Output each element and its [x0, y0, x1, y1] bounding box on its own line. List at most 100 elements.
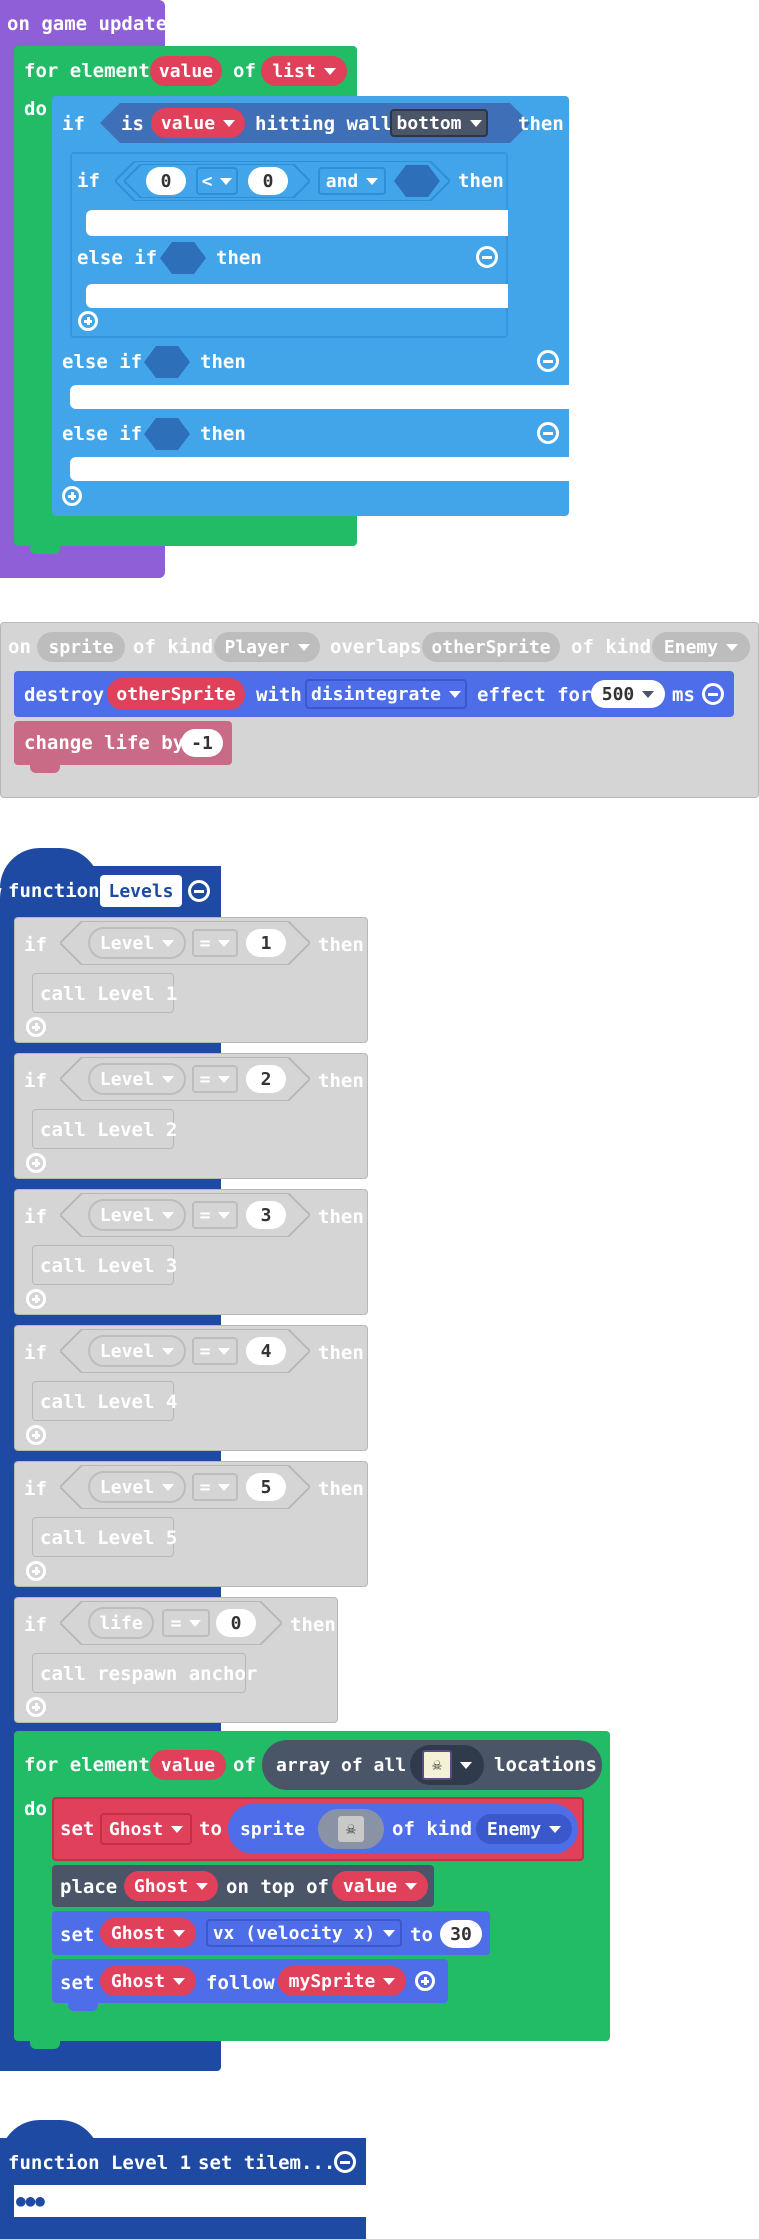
for-var-value[interactable]: value — [150, 56, 222, 86]
remove-effect-icon[interactable] — [702, 683, 724, 705]
for-element-label: for element — [24, 60, 150, 82]
remove-else-if-icon-2[interactable] — [537, 422, 559, 444]
level-add-else-icon[interactable] — [26, 1425, 46, 1445]
level-if-label: if — [24, 934, 47, 956]
my-sprite-dropdown[interactable]: mySprite — [278, 1966, 406, 1996]
for-array-of: of — [233, 1754, 256, 1776]
empty-hex-slot[interactable] — [394, 165, 440, 197]
life-value[interactable]: -1 — [181, 729, 223, 757]
wall-dropdown[interactable]: bottom — [390, 109, 488, 137]
locations-label: locations — [494, 1754, 597, 1776]
vx-value[interactable]: 30 — [440, 1920, 482, 1948]
add-else-if-icon-2[interactable] — [62, 486, 82, 506]
ghost-dropdown-1[interactable]: Ghost — [100, 1813, 192, 1845]
level-op-dropdown[interactable]: = — [192, 1065, 238, 1093]
and-dropdown[interactable]: and — [318, 167, 386, 195]
else-if-label-2: else if — [62, 423, 143, 445]
level-add-else-icon[interactable] — [26, 1153, 46, 1173]
ghost-tile-icon: ☠ — [422, 1750, 452, 1780]
enemy-kind-dropdown[interactable]: Enemy — [476, 1814, 572, 1844]
else-if-slot-1 — [70, 385, 569, 409]
inner-if-label: if — [77, 170, 100, 192]
other-sprite-var[interactable]: otherSprite — [422, 632, 560, 662]
destroy-target-var[interactable]: otherSprite — [107, 678, 245, 710]
number-a[interactable]: 0 — [146, 167, 186, 195]
set-label-2: set — [60, 1924, 95, 1946]
number-b[interactable]: 0 — [248, 167, 288, 195]
level-number[interactable]: 4 — [246, 1337, 286, 1365]
expand-function-icon[interactable] — [334, 2151, 356, 2173]
effect-for-label: effect for — [477, 684, 592, 706]
else-if-then-2: then — [200, 423, 246, 445]
kind-player-dropdown[interactable]: Player — [214, 632, 320, 662]
level-then-label: then — [318, 1070, 364, 1092]
else-if-then-1: then — [200, 351, 246, 373]
follow-ghost-dropdown[interactable]: Ghost — [100, 1966, 196, 1996]
to-label-1: to — [199, 1818, 222, 1840]
sprite-var[interactable]: sprite — [37, 632, 125, 662]
level-number[interactable]: 1 — [246, 929, 286, 957]
function-name-field[interactable]: Levels — [100, 875, 182, 907]
ms-label: ms — [672, 684, 695, 706]
level-var-dropdown[interactable]: life — [88, 1607, 154, 1639]
else-if-hex-slot-2[interactable] — [144, 418, 190, 450]
list-dropdown[interactable]: list — [261, 56, 347, 86]
collapse-function-icon[interactable] — [188, 880, 210, 902]
else-if-hex-slot-1[interactable] — [144, 346, 190, 378]
place-ghost-dropdown[interactable]: Ghost — [124, 1871, 218, 1901]
place-value-dropdown[interactable]: value — [332, 1871, 428, 1901]
sprite-image-picker[interactable]: ☠ — [318, 1809, 384, 1849]
level-op-dropdown[interactable]: = — [192, 1473, 238, 1501]
function-level1-summary: set tilem... — [198, 2152, 336, 2174]
inner-else-if-label: else if — [77, 247, 158, 269]
expand-follow-icon[interactable] — [415, 1971, 435, 1991]
level-add-else-icon[interactable] — [26, 1017, 46, 1037]
do-label: do — [24, 98, 47, 120]
level-var-dropdown[interactable]: Level — [88, 927, 186, 959]
vx-property-dropdown[interactable]: vx (velocity x) — [206, 1919, 402, 1947]
level-add-else-icon[interactable] — [26, 1697, 46, 1717]
tile-picker-dropdown[interactable]: ☠ — [410, 1745, 484, 1785]
level-var-dropdown[interactable]: Level — [88, 1471, 186, 1503]
level-var-dropdown[interactable]: Level — [88, 1335, 186, 1367]
level-if-label: if — [24, 1478, 47, 1500]
level-call-label: call Level 3 — [40, 1255, 178, 1277]
level-number[interactable]: 5 — [246, 1473, 286, 1501]
level-op-dropdown[interactable]: = — [192, 929, 238, 957]
else-if-hex-slot[interactable] — [160, 242, 206, 274]
effect-dropdown[interactable]: disintegrate — [305, 679, 467, 709]
level-number[interactable]: 0 — [216, 1609, 256, 1637]
for-array-var[interactable]: value — [150, 1750, 226, 1780]
operator-dropdown[interactable]: < — [196, 167, 238, 195]
level-op-dropdown[interactable]: = — [192, 1201, 238, 1229]
collapsed-dots-icon[interactable]: ●●● — [16, 2193, 45, 2209]
of-kind-label-2: of kind — [571, 636, 652, 658]
value-dropdown[interactable]: value — [151, 108, 245, 138]
level-var-dropdown[interactable]: Level — [88, 1063, 186, 1095]
ms-dropdown[interactable]: 500 — [591, 680, 665, 708]
hitting-wall-label: hitting wall — [255, 113, 393, 135]
level-number[interactable]: 2 — [246, 1065, 286, 1093]
level-call-label: call respawn anchor — [40, 1663, 258, 1685]
level-var-dropdown[interactable]: Level — [88, 1199, 186, 1231]
set-label-3: set — [60, 1972, 95, 1994]
kind-enemy-dropdown[interactable]: Enemy — [652, 632, 750, 662]
remove-else-if-icon[interactable] — [476, 246, 498, 268]
else-if-slot-2 — [70, 457, 569, 481]
level-op-dropdown[interactable]: = — [162, 1609, 210, 1637]
add-else-if-icon[interactable] — [78, 311, 98, 331]
overlaps-label: overlaps — [330, 636, 422, 658]
with-label: with — [256, 684, 302, 706]
level-op-dropdown[interactable]: = — [192, 1337, 238, 1365]
else-if-label-1: else if — [62, 351, 143, 373]
level-add-else-icon[interactable] — [26, 1289, 46, 1309]
level-add-else-icon[interactable] — [26, 1561, 46, 1581]
function-level1-label: function Level 1 — [8, 2152, 192, 2174]
on-label: on — [8, 636, 31, 658]
on-top-of-label: on top of — [226, 1876, 329, 1898]
level-then-label: then — [290, 1614, 336, 1636]
remove-else-if-icon-1[interactable] — [537, 350, 559, 372]
vx-ghost-dropdown[interactable]: Ghost — [100, 1918, 196, 1948]
level-then-label: then — [318, 1342, 364, 1364]
level-number[interactable]: 3 — [246, 1201, 286, 1229]
